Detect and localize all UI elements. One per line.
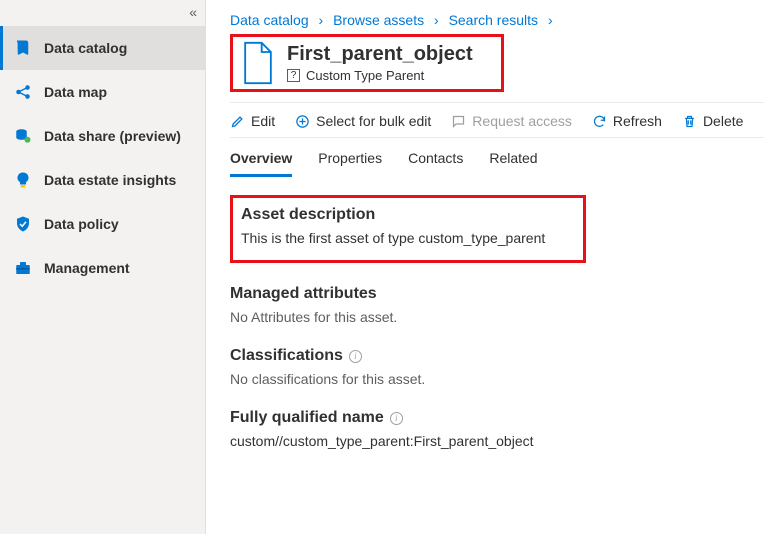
chevron-right-icon: › [313,12,330,28]
asset-description-section: Asset description This is the first asse… [230,195,586,263]
chat-icon [451,114,466,129]
edit-button[interactable]: Edit [230,113,275,129]
button-label: Request access [472,113,572,129]
classifications-text: No classifications for this asset. [230,371,764,387]
managed-attributes-section: Managed attributes No Attributes for thi… [230,285,764,325]
asset-header: First_parent_object ? Custom Type Parent [230,34,504,92]
book-icon [14,39,32,57]
asset-description-text: This is the first asset of type custom_t… [241,230,571,246]
share-nodes-icon [14,83,32,101]
toolbar: Edit Select for bulk edit Request access… [230,102,764,138]
trash-icon [682,114,697,129]
toolbox-icon [14,259,32,277]
fully-qualified-name-section: Fully qualified name i custom//custom_ty… [230,409,764,449]
sidebar-item-label: Data share (preview) [44,128,181,144]
sidebar: « Data catalog Data map Data share (prev… [0,0,205,534]
classifications-section: Classifications i No classifications for… [230,347,764,387]
sidebar-item-data-map[interactable]: Data map [0,70,205,114]
button-label: Delete [703,113,743,129]
database-share-icon [14,127,32,145]
sidebar-item-label: Data catalog [44,40,127,56]
chevron-right-icon: › [542,12,559,28]
collapse-sidebar-button[interactable]: « [189,4,197,20]
shield-check-icon [14,215,32,233]
tab-properties[interactable]: Properties [318,150,382,177]
section-heading: Managed attributes [230,285,764,303]
sidebar-item-label: Management [44,260,130,276]
file-icon [239,41,277,85]
sidebar-item-label: Data estate insights [44,172,176,188]
request-access-button: Request access [451,113,572,129]
section-heading-text: Classifications [230,347,343,365]
button-label: Select for bulk edit [316,113,431,129]
section-heading: Asset description [241,206,571,224]
info-icon[interactable]: i [390,412,403,425]
info-icon[interactable]: i [349,350,362,363]
tabs: Overview Properties Contacts Related [230,138,764,177]
sidebar-item-management[interactable]: Management [0,246,205,290]
section-heading: Classifications i [230,347,764,365]
main-content: Data catalog › Browse assets › Search re… [205,0,764,534]
button-label: Refresh [613,113,662,129]
sidebar-item-label: Data policy [44,216,119,232]
tab-related[interactable]: Related [489,150,537,177]
type-icon: ? [287,69,300,82]
managed-attributes-text: No Attributes for this asset. [230,309,764,325]
pencil-icon [230,114,245,129]
fqn-text: custom//custom_type_parent:First_parent_… [230,433,764,449]
plus-circle-icon [295,114,310,129]
section-heading: Fully qualified name i [230,409,764,427]
tab-contacts[interactable]: Contacts [408,150,463,177]
button-label: Edit [251,113,275,129]
lightbulb-icon [14,171,32,189]
breadcrumb-link[interactable]: Browse assets [333,12,424,28]
sidebar-item-data-catalog[interactable]: Data catalog [0,26,205,70]
tab-overview[interactable]: Overview [230,150,292,177]
delete-button[interactable]: Delete [682,113,743,129]
sidebar-item-label: Data map [44,84,107,100]
refresh-button[interactable]: Refresh [592,113,662,129]
breadcrumb-link[interactable]: Search results [449,12,538,28]
asset-type: ? Custom Type Parent [287,68,473,83]
asset-type-label: Custom Type Parent [306,68,424,83]
breadcrumb: Data catalog › Browse assets › Search re… [230,0,764,34]
select-bulk-edit-button[interactable]: Select for bulk edit [295,113,431,129]
sidebar-item-data-policy[interactable]: Data policy [0,202,205,246]
chevron-right-icon: › [428,12,445,28]
sidebar-item-data-share[interactable]: Data share (preview) [0,114,205,158]
breadcrumb-link[interactable]: Data catalog [230,12,309,28]
refresh-icon [592,114,607,129]
sidebar-item-data-estate-insights[interactable]: Data estate insights [0,158,205,202]
asset-title: First_parent_object [287,43,473,66]
section-heading-text: Fully qualified name [230,409,384,427]
